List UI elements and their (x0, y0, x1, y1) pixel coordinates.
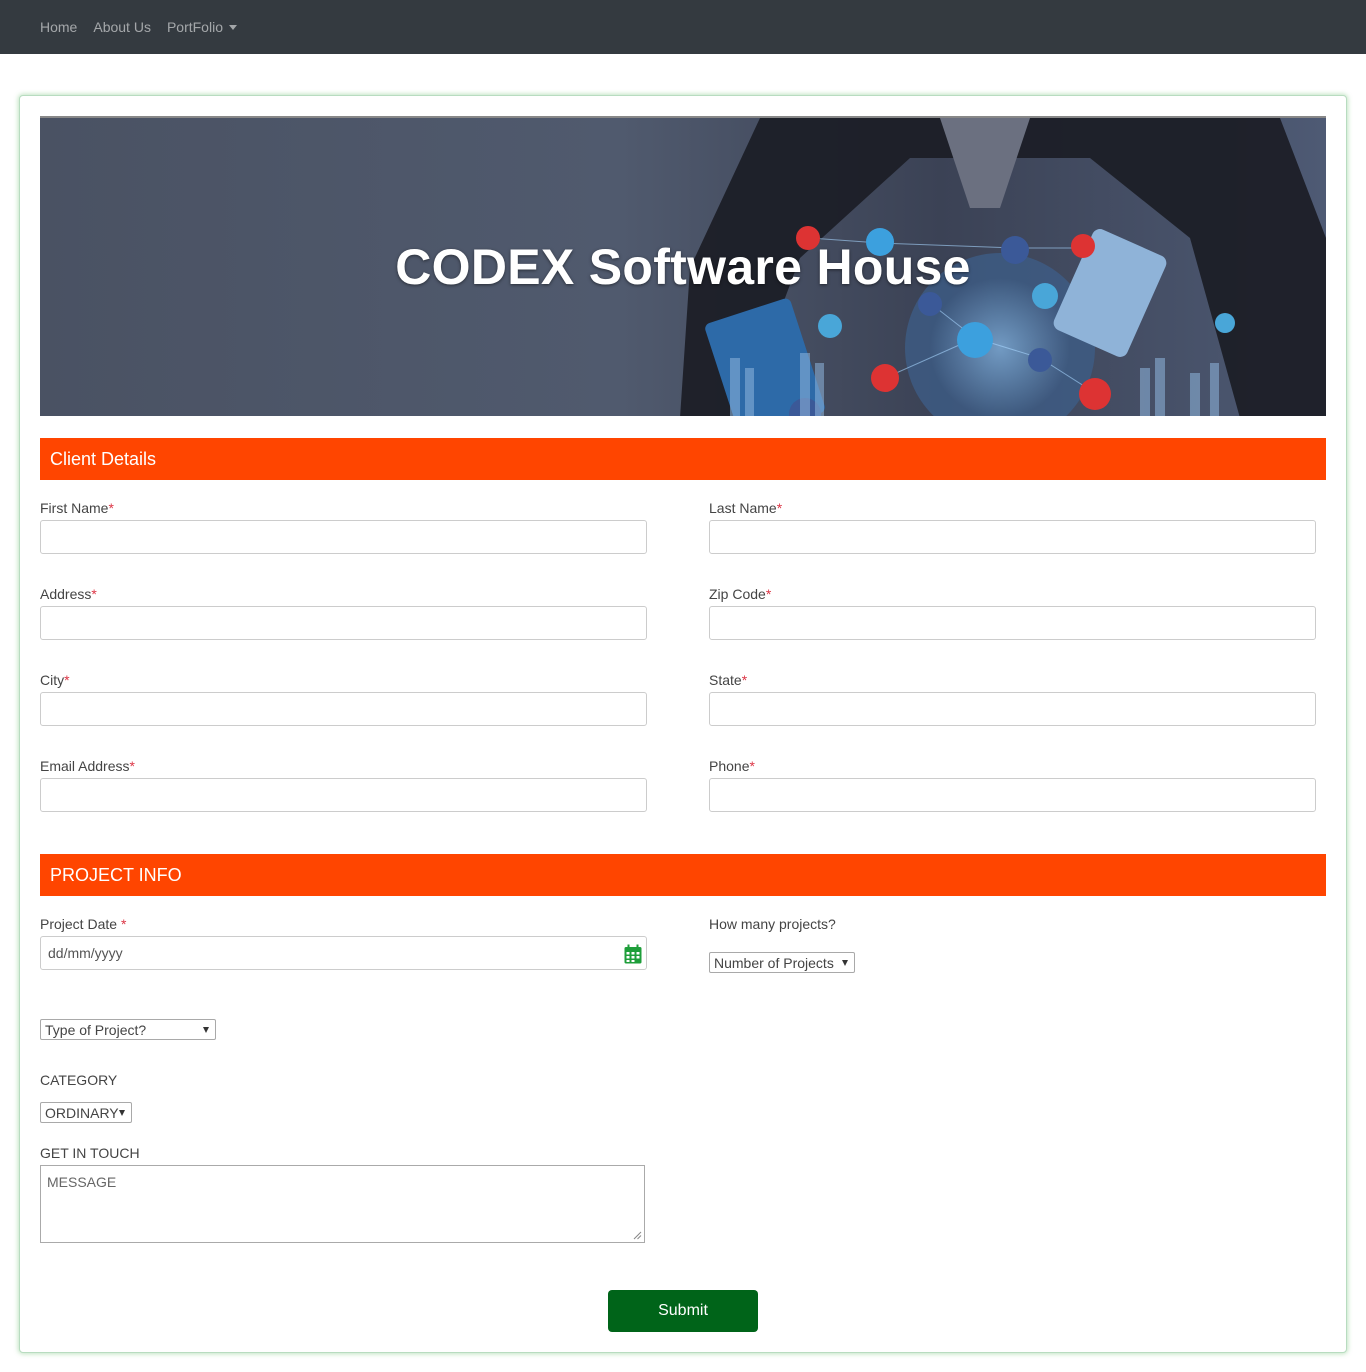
required-mark: * (91, 586, 97, 602)
type-of-project-value: Type of Project? (45, 1021, 147, 1038)
nav-portfolio-dropdown[interactable]: PortFolio (159, 19, 245, 35)
hero-banner: CODEX Software House (40, 116, 1326, 416)
required-mark: * (765, 586, 772, 602)
number-of-projects-select[interactable]: Number of Projects (709, 952, 855, 973)
nav-portfolio-label: PortFolio (166, 19, 223, 35)
project-date-label-text: Project Date (40, 916, 121, 932)
nav-home[interactable]: Home (32, 19, 85, 35)
city-label-text: City (40, 672, 65, 688)
phone-label-text: Phone (709, 758, 750, 774)
message-textarea[interactable]: MESSAGE (40, 1165, 645, 1243)
category-label: CATEGORY (40, 1072, 118, 1088)
select-arrow-icon (842, 960, 848, 966)
get-in-touch-label: GET IN TOUCH (40, 1145, 140, 1161)
number-of-projects-value: Number of Projects (714, 954, 834, 971)
required-mark: * (776, 500, 783, 516)
state-input[interactable] (709, 692, 1316, 726)
first-name-input[interactable] (40, 520, 647, 554)
email-label-text: Email Address (40, 758, 130, 774)
state-label-text: State (709, 672, 742, 688)
project-info-header: PROJECT INFO (40, 854, 1326, 896)
phone-label: Phone* (709, 758, 755, 774)
required-mark: * (741, 672, 748, 688)
zip-code-label-text: Zip Code (709, 586, 766, 602)
address-label: Address* (40, 586, 97, 602)
type-of-project-select[interactable]: Type of Project? (40, 1019, 216, 1040)
message-placeholder: MESSAGE (47, 1174, 117, 1190)
state-label: State* (709, 672, 747, 688)
caret-down-icon (228, 24, 237, 30)
address-label-text: Address (40, 586, 92, 602)
category-select[interactable]: ORDINARY (40, 1102, 132, 1123)
first-name-label: First Name* (40, 500, 114, 516)
project-info-title: PROJECT INFO (50, 864, 182, 885)
project-date-placeholder: dd/mm/yyyy (48, 945, 123, 961)
address-input[interactable] (40, 606, 647, 640)
required-mark: * (129, 758, 135, 774)
select-arrow-icon (203, 1027, 209, 1033)
required-mark: * (64, 672, 70, 688)
required-mark: * (120, 916, 127, 932)
zip-code-input[interactable] (709, 606, 1316, 640)
form-card: CODEX Software House Client Details Firs… (19, 95, 1347, 1353)
last-name-label: Last Name* (709, 500, 782, 516)
last-name-label-text: Last Name (709, 500, 777, 516)
nav-about-us[interactable]: About Us (85, 19, 159, 35)
client-details-title: Client Details (50, 448, 157, 469)
email-label: Email Address* (40, 758, 135, 774)
project-date-label: Project Date * (40, 916, 126, 932)
phone-input[interactable] (709, 778, 1316, 812)
select-arrow-icon (119, 1110, 125, 1116)
last-name-input[interactable] (709, 520, 1316, 554)
how-many-projects-label: How many projects? (709, 916, 836, 932)
client-details-header: Client Details (40, 438, 1326, 480)
required-mark: * (108, 500, 114, 516)
zip-code-label: Zip Code* (709, 586, 771, 602)
email-input[interactable] (40, 778, 647, 812)
resize-handle-icon[interactable] (633, 1231, 642, 1240)
first-name-label-text: First Name (40, 500, 109, 516)
submit-button[interactable]: Submit (608, 1290, 758, 1332)
hero-title: CODEX Software House (395, 239, 971, 295)
required-mark: * (749, 758, 755, 774)
calendar-icon[interactable] (624, 944, 642, 964)
city-label: City* (40, 672, 70, 688)
category-value: ORDINARY (45, 1104, 119, 1121)
project-date-input[interactable]: dd/mm/yyyy (40, 936, 647, 970)
city-input[interactable] (40, 692, 647, 726)
top-navbar: Home About Us PortFolio (0, 0, 1366, 54)
